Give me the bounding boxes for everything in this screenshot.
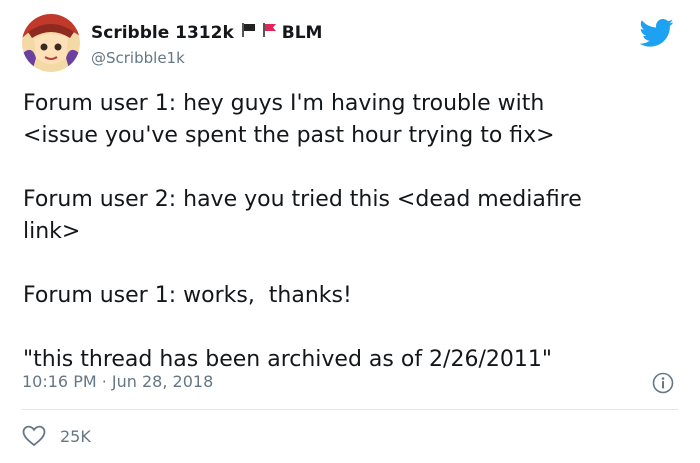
user-handle[interactable]: @Scribble1k	[91, 49, 185, 67]
heart-icon	[22, 425, 46, 447]
tweet-timestamp[interactable]: 10:16 PM · Jun 28, 2018	[22, 372, 213, 391]
black-flag-icon	[241, 22, 257, 43]
red-flag-icon	[262, 22, 278, 43]
like-button[interactable]: 25K	[22, 425, 91, 447]
tweet-text: Forum user 1: hey guys I'm having troubl…	[23, 91, 582, 372]
display-name-row: Scribble 1312k BLM	[91, 22, 322, 43]
twitter-bird-icon[interactable]	[639, 18, 674, 48]
divider	[22, 409, 678, 410]
flag-text: BLM	[281, 22, 323, 43]
info-icon[interactable]	[652, 372, 674, 394]
like-count: 25K	[60, 426, 91, 446]
avatar[interactable]	[22, 14, 80, 72]
display-name[interactable]: Scribble 1312k	[91, 23, 234, 43]
